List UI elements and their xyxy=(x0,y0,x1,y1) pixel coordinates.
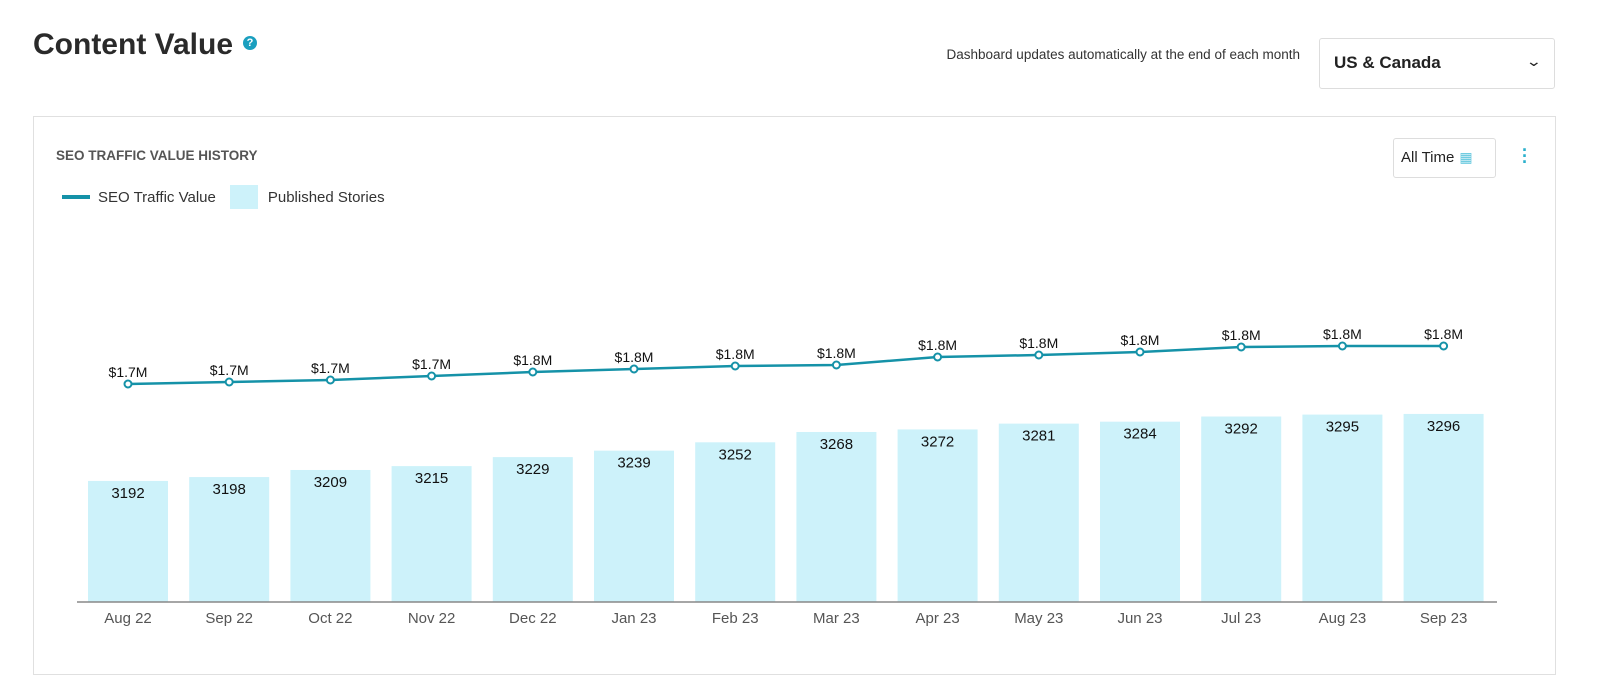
bar-label: 3198 xyxy=(213,481,246,498)
bar xyxy=(1302,414,1383,602)
line-label: $1.8M xyxy=(615,349,654,365)
line-label: $1.7M xyxy=(210,362,249,378)
bar-label: 3284 xyxy=(1123,426,1156,443)
x-tick-label: Aug 23 xyxy=(1319,610,1367,627)
bar xyxy=(492,457,573,602)
line-label: $1.8M xyxy=(1019,335,1058,351)
bar-label: 3281 xyxy=(1022,428,1055,445)
chart-svg: 3192 Aug 22 3198 Sep 22 3209 Oct 22 3215 Nov 22… xyxy=(77,326,1497,627)
bar xyxy=(796,431,877,602)
bar xyxy=(594,450,674,602)
x-tick-label: Aug 22 xyxy=(104,610,152,627)
line-point xyxy=(831,360,841,370)
bar xyxy=(897,429,978,602)
x-tick-label: Jul 23 xyxy=(1221,610,1261,627)
line-label: $1.8M xyxy=(716,346,755,362)
line-label: $1.8M xyxy=(918,337,957,353)
x-tick-label: Mar 23 xyxy=(813,610,860,627)
line-point xyxy=(933,352,943,362)
line-point xyxy=(528,367,538,377)
line-label: $1.7M xyxy=(109,364,148,380)
line-point xyxy=(730,361,740,371)
bar xyxy=(1100,421,1180,602)
line-point xyxy=(1034,350,1044,360)
line-point xyxy=(1337,341,1347,351)
line-label: $1.7M xyxy=(412,356,451,372)
line-label: $1.7M xyxy=(311,360,350,376)
x-tick-label: Sep 23 xyxy=(1420,610,1468,627)
x-tick-label: Feb 23 xyxy=(712,610,759,627)
x-tick-label: May 23 xyxy=(1014,610,1063,627)
bar xyxy=(1201,416,1282,602)
line-label: $1.8M xyxy=(513,352,552,368)
bar xyxy=(998,423,1079,602)
line-point xyxy=(1439,341,1449,351)
bar-label: 3292 xyxy=(1225,421,1258,438)
line-point xyxy=(325,375,335,385)
line-label: $1.8M xyxy=(1424,326,1463,342)
x-tick-label: Oct 22 xyxy=(308,610,352,627)
bar-label: 3192 xyxy=(111,485,144,502)
line-label: $1.8M xyxy=(1121,332,1160,348)
bar-label: 3252 xyxy=(719,446,752,463)
bar-label: 3209 xyxy=(314,474,347,491)
bar-label: 3295 xyxy=(1326,419,1359,436)
line-label: $1.8M xyxy=(1222,327,1261,343)
bar-label: 3272 xyxy=(921,433,954,450)
line-point xyxy=(1236,342,1246,352)
x-tick-label: Jun 23 xyxy=(1117,610,1162,627)
line-point xyxy=(1135,347,1145,357)
line-point xyxy=(123,379,133,389)
bar-label: 3215 xyxy=(415,470,448,487)
x-tick-label: Jan 23 xyxy=(611,610,656,627)
line-point xyxy=(427,371,437,381)
bar xyxy=(1403,413,1484,602)
bar xyxy=(695,442,776,602)
bar-label: 3296 xyxy=(1427,418,1460,435)
line-label: $1.8M xyxy=(817,345,856,361)
x-tick-label: Apr 23 xyxy=(915,610,959,627)
bar-label: 3239 xyxy=(617,455,650,472)
bar-label: 3229 xyxy=(516,461,549,478)
x-tick-label: Sep 22 xyxy=(205,610,253,627)
x-tick-label: Dec 22 xyxy=(509,610,557,627)
line-label: $1.8M xyxy=(1323,326,1362,342)
line-point xyxy=(629,364,639,374)
x-tick-label: Nov 22 xyxy=(408,610,456,627)
line-point xyxy=(224,377,234,387)
bar-label: 3268 xyxy=(820,436,853,453)
